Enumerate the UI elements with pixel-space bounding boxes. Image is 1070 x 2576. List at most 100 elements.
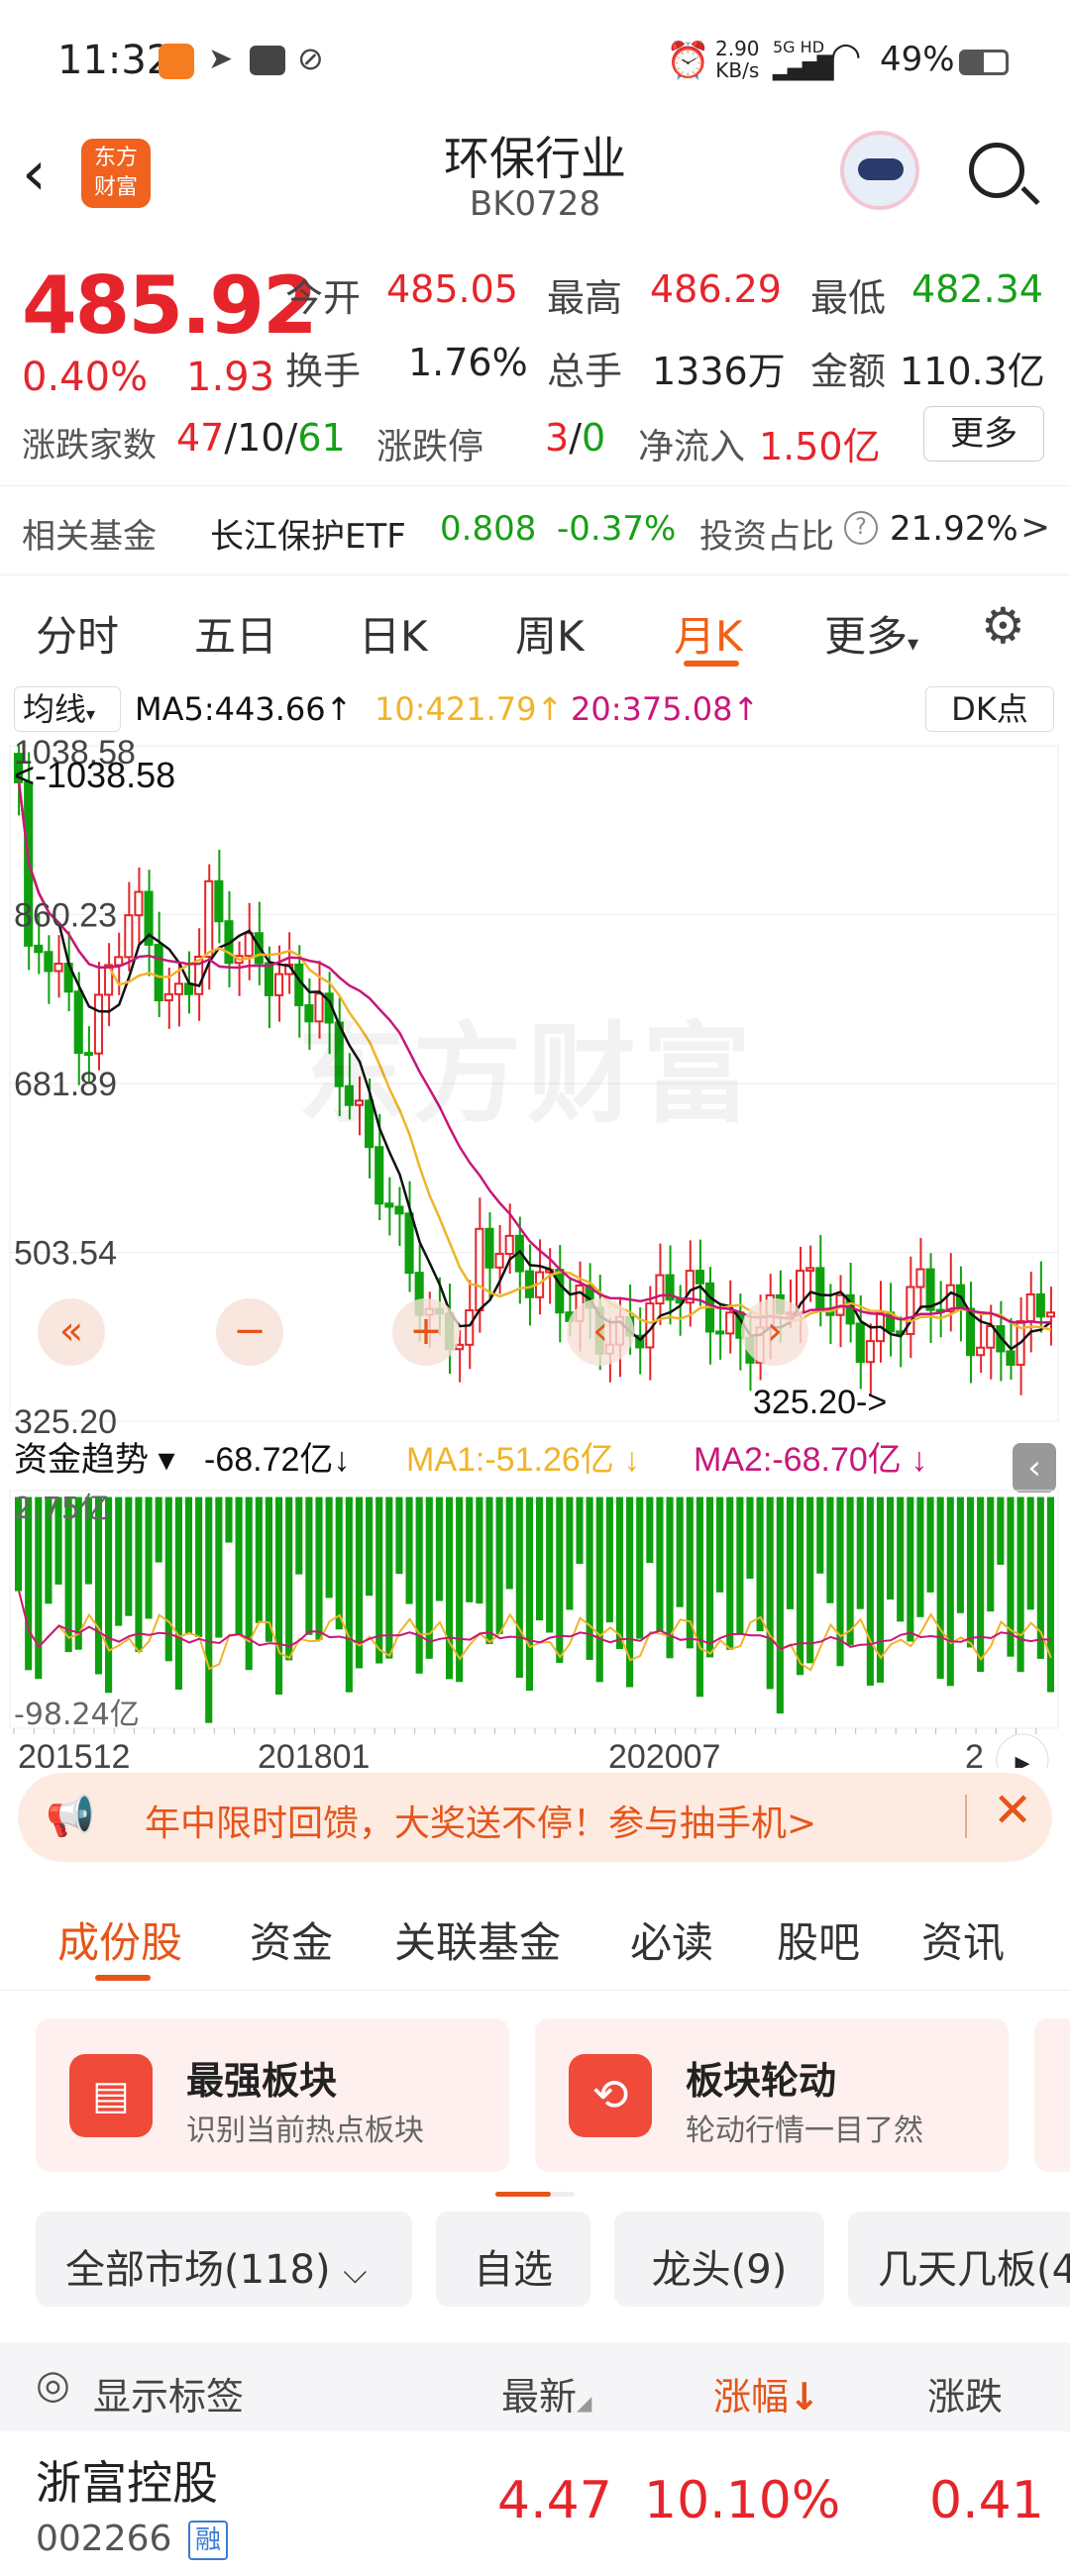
tab-weekly-k[interactable]: 周K (515, 603, 585, 664)
flow-bar (1026, 1496, 1034, 1610)
search-icon[interactable] (969, 143, 1040, 206)
alarm-icon: ⏰ (666, 41, 710, 81)
tab-five-day[interactable]: 五日 (194, 603, 277, 664)
tab-related-funds[interactable]: 关联基金 (394, 1909, 561, 1970)
help-icon[interactable]: ? (844, 511, 878, 545)
flow-bar (505, 1496, 513, 1590)
robot-assistant-icon[interactable] (840, 131, 919, 210)
card-sector-rotation[interactable]: ⟲ 板块轮动 轮动行情一目了然 (535, 2018, 1009, 2172)
scroll-left-icon-glyph: « (59, 1308, 83, 1354)
flow-bar (826, 1496, 834, 1603)
tab-funds-flow[interactable]: 资金 (250, 1909, 333, 1970)
flow-bar (125, 1496, 133, 1616)
dk-point-button[interactable]: DK点 (925, 686, 1054, 732)
high-label: 最高 (547, 276, 623, 320)
show-tags-toggle[interactable]: 显示标签 (93, 2366, 244, 2421)
flow-bar (636, 1496, 644, 1639)
flow-bar (946, 1496, 954, 1687)
candle-body (915, 1268, 925, 1288)
tab-intraday[interactable]: 分时 (36, 603, 119, 664)
settings-gear-icon[interactable]: ⚙ (981, 597, 1025, 655)
col-change[interactable]: 涨跌 (927, 2366, 1003, 2421)
app-notification-icon (159, 44, 194, 79)
flow-bar (1016, 1496, 1024, 1673)
flow-bar (705, 1496, 714, 1658)
active-tab-indicator (684, 661, 739, 667)
flow-bar (305, 1496, 313, 1635)
flow-bar (716, 1496, 724, 1593)
filter-consecutive-boards[interactable]: 几天几板(4 (848, 2212, 1070, 2307)
y-tick-label: 503.54 (14, 1235, 117, 1273)
tab-news[interactable]: 资讯 (921, 1909, 1005, 1970)
flow-bar (786, 1496, 794, 1609)
flow-value: -68.72亿↓ (204, 1441, 350, 1479)
sync-icon: ⊘ (297, 40, 324, 77)
filter-watchlist[interactable]: 自选 (436, 2212, 590, 2307)
more-button[interactable]: 更多 (923, 406, 1044, 462)
y-tick-label: 325.20 (14, 1403, 117, 1441)
flow-bar (546, 1496, 554, 1633)
flow-bar (415, 1496, 423, 1674)
table-row[interactable]: 浙富控股 002266 融 4.47 10.10% 0.41 (0, 2431, 1070, 2576)
flow-bar (987, 1496, 995, 1612)
ma10-value: 10:421.79↑ (374, 690, 564, 728)
tab-constituents[interactable]: 成份股 (57, 1909, 182, 1970)
flow-bar (366, 1496, 374, 1597)
inflow-label: 净流入 (638, 427, 746, 467)
flow-bar (435, 1496, 443, 1601)
back-icon[interactable]: ‹ (22, 137, 47, 209)
flow-bar (926, 1496, 934, 1593)
flow-bar (576, 1496, 584, 1565)
ma20-value: 20:375.08↑ (571, 690, 760, 728)
kline-svg[interactable]: 1038.58860.23681.89503.54325.20<-1038.58… (0, 738, 1070, 1768)
tab-must-read[interactable]: 必读 (630, 1909, 713, 1970)
tab-daily-k[interactable]: 日K (359, 603, 428, 664)
flow-bar (164, 1496, 172, 1662)
candle-body (1035, 1292, 1045, 1318)
col-latest[interactable]: 最新◢ (501, 2366, 591, 2421)
card-next-partial[interactable] (1034, 2018, 1070, 2172)
last-price: 485.92 (22, 259, 318, 352)
candle-body (134, 890, 144, 917)
flow-bar (907, 1496, 914, 1642)
flow-bar (966, 1496, 975, 1648)
flow-ma1-line (18, 1591, 1052, 1672)
filter-leaders[interactable]: 龙头(9) (614, 2212, 824, 2307)
candle-body (54, 963, 63, 973)
col-change-pct[interactable]: 涨幅↓ (713, 2366, 820, 2421)
high-value: 486.29 (650, 267, 782, 311)
tab-more[interactable]: 更多▾ (824, 603, 918, 664)
ma-selector[interactable]: 均线▾ (14, 686, 121, 732)
flow-trend-label: 资金趋势 ▾ (14, 1441, 175, 1479)
flow-bar (445, 1496, 454, 1680)
x-tick-label: 202007 (608, 1738, 720, 1768)
tab-forum[interactable]: 股吧 (777, 1909, 860, 1970)
eastmoney-logo[interactable]: 东方 财富 (81, 139, 151, 208)
tab-monthly-k[interactable]: 月K (674, 603, 743, 664)
candle-body (504, 1234, 514, 1256)
candle-body (154, 943, 163, 1002)
candle-body (93, 993, 104, 1055)
flow-bar (135, 1496, 143, 1653)
market-filter-dropdown[interactable]: 全部市场(118) ⌵ (36, 2212, 412, 2307)
stock-code: 002266 (36, 2519, 172, 2559)
card-strongest-sector[interactable]: ▤ 最强板块 识别当前热点板块 (36, 2018, 509, 2172)
table-header: ◎ 显示标签 最新◢ 涨幅↓ 涨跌 (0, 2342, 1070, 2431)
close-icon[interactable]: ✕ (993, 1783, 1032, 1838)
fund-pct: -0.37% (557, 509, 677, 549)
low-label: 最低 (810, 276, 887, 320)
step-right-icon-glyph: › (767, 1308, 783, 1354)
low-value: 482.34 (911, 267, 1043, 311)
card-title: 最强板块 (186, 2059, 338, 2103)
related-fund-row[interactable]: 相关基金 长江保护ETF 0.808 -0.37% 投资占比 ? 21.92% … (0, 487, 1070, 572)
flow-bar (466, 1496, 474, 1602)
eye-hidden-icon[interactable]: ◎ (36, 2362, 70, 2408)
send-icon: ➤ (208, 42, 234, 76)
candle-body (715, 1330, 725, 1335)
flow-bar (887, 1496, 895, 1600)
flow-bar (816, 1496, 824, 1574)
flow-bar (285, 1496, 293, 1661)
candle-body (494, 1253, 504, 1269)
promo-banner[interactable]: 📢 年中限时回馈，大奖送不停！参与抽手机> ✕ (18, 1773, 1052, 1862)
flow-bar (756, 1496, 764, 1632)
